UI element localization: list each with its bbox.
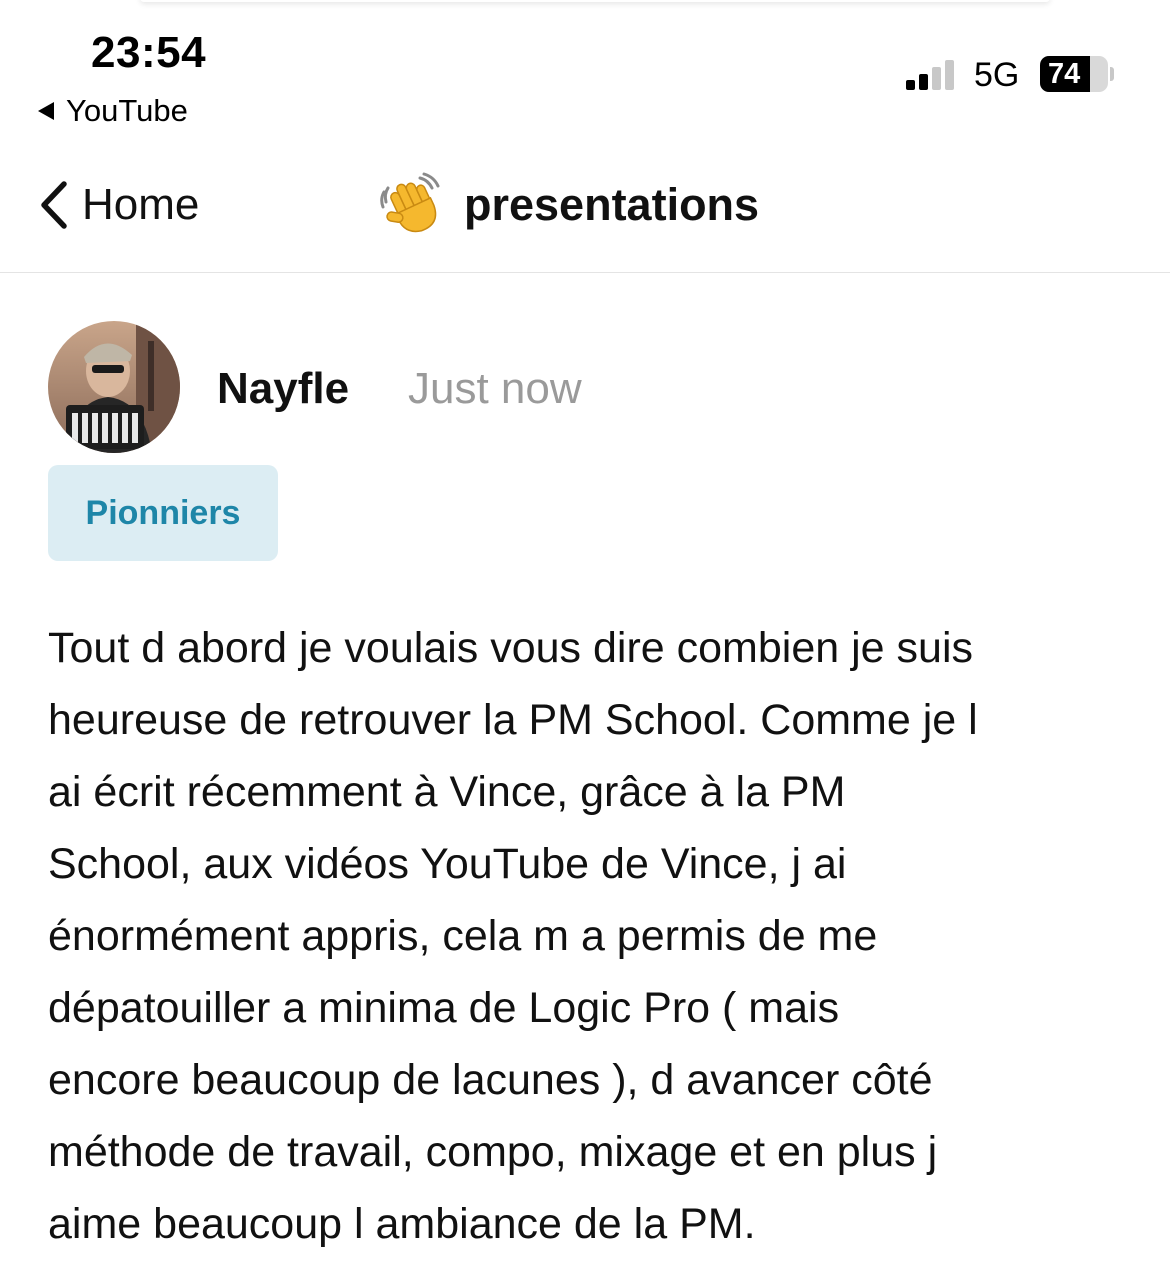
home-back-label: Home	[82, 180, 200, 229]
signal-bar	[919, 74, 928, 90]
header-divider	[0, 272, 1170, 273]
network-type: 5G	[974, 56, 1020, 94]
member-badge: Pionniers	[48, 465, 278, 561]
signal-bar	[906, 80, 915, 90]
signal-bar	[932, 67, 941, 90]
post-body-line: méthode de travail, compo, mixage et en …	[48, 1128, 938, 1176]
post-body-line: encore beaucoup de lacunes ), d avancer …	[48, 1056, 933, 1104]
signal-bar	[945, 60, 954, 90]
back-triangle-icon	[38, 102, 54, 120]
cellular-signal-icon	[906, 58, 960, 90]
battery-percent: 74	[1048, 58, 1081, 90]
status-time: 23:54	[91, 28, 207, 77]
battery-cap	[1110, 67, 1114, 81]
author-name[interactable]: Nayfle	[217, 364, 349, 414]
home-back-button[interactable]: Home	[38, 180, 199, 230]
post-body-line: heureuse de retrouver la PM School. Comm…	[48, 696, 978, 744]
channel-title: presentations	[380, 172, 759, 238]
post-body: Tout d abord je voulais vous dire combie…	[48, 612, 1138, 1260]
post-body-line: Tout d abord je voulais vous dire combie…	[48, 624, 974, 672]
post-body-line: énormément appris, cela m a permis de me	[48, 912, 878, 960]
channel-title-text: presentations	[464, 179, 760, 230]
top-sheet-shadow	[140, 0, 1050, 2]
battery-icon: 74	[1040, 56, 1108, 92]
post-body-line: dépatouiller a minima de Logic Pro ( mai…	[48, 984, 840, 1032]
post-body-line: School, aux vidéos YouTube de Vince, j a…	[48, 840, 847, 888]
post-body-line: aime beaucoup l ambiance de la PM.	[48, 1200, 756, 1248]
post-body-line: ai écrit récemment à Vince, grâce à la P…	[48, 768, 846, 816]
back-app-label: YouTube	[66, 93, 188, 128]
waving-hand-icon	[380, 172, 446, 238]
chevron-left-icon	[41, 181, 67, 229]
back-to-app-button[interactable]: YouTube	[38, 93, 188, 129]
post-timestamp: Just now	[408, 364, 582, 413]
author-avatar[interactable]	[48, 321, 180, 453]
